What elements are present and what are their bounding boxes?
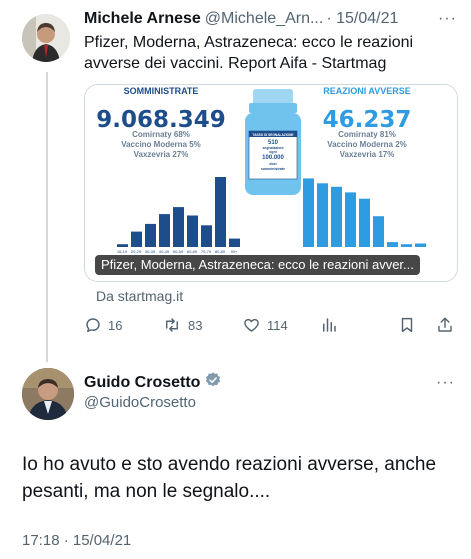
reply-count: 16 bbox=[108, 317, 123, 333]
card-age-label: 40-49 bbox=[159, 249, 170, 254]
reply-icon bbox=[86, 318, 100, 333]
card-left-bar bbox=[215, 177, 226, 247]
like-count: 114 bbox=[267, 317, 288, 333]
vial-text-line: dosi bbox=[269, 162, 276, 166]
card-left-breakdown-item: Vaxzevria 27% bbox=[134, 150, 189, 159]
card-age-label: 60-69 bbox=[187, 249, 198, 254]
vial-text-line: 100.000 bbox=[262, 155, 284, 161]
card-left-bar bbox=[159, 214, 170, 247]
card-right-bar bbox=[387, 242, 398, 247]
card-infographic-image: SOMMINISTRATE REAZIONI AVVERSE 9.068.349… bbox=[85, 85, 457, 281]
quoted-author-handle[interactable]: @Michele_Arn... bbox=[205, 8, 324, 30]
card-left-bar bbox=[131, 231, 142, 247]
views-button[interactable] bbox=[320, 316, 338, 334]
card-left-breakdown-item: Vaccino Moderna 5% bbox=[121, 140, 201, 149]
card-left-age-labels: 16-19 20-29 30-39 40-49 50-59 60-69 70-79 80-89… bbox=[117, 249, 238, 254]
card-age-label: 70-79 bbox=[201, 249, 212, 254]
quoted-author-name[interactable]: Michele Arnese bbox=[84, 8, 201, 30]
more-options-icon[interactable]: ··· bbox=[438, 8, 459, 30]
quoted-tweet[interactable]: Michele Arnese @Michele_Arn... · 15/04/2… bbox=[84, 8, 459, 74]
card-age-label: 30-39 bbox=[145, 249, 156, 254]
quoted-tweet-text: Pfizer, Moderna, Astrazeneca: ecco le re… bbox=[84, 34, 414, 72]
card-left-breakdown-item: Comirnaty 68% bbox=[132, 130, 190, 139]
main-author-name[interactable]: Guido Crosetto bbox=[84, 374, 200, 392]
card-right-bar bbox=[401, 244, 412, 247]
main-more-options-icon[interactable]: ··· bbox=[436, 374, 455, 392]
views-icon bbox=[323, 318, 336, 332]
retweet-count: 83 bbox=[188, 317, 203, 333]
card-left-bar bbox=[145, 223, 156, 247]
card-left-heading: SOMMINISTRATE bbox=[124, 86, 199, 96]
link-preview-card[interactable]: SOMMINISTRATE REAZIONI AVVERSE 9.068.349… bbox=[84, 84, 458, 282]
share-icon bbox=[438, 317, 452, 332]
quoted-tweet-date[interactable]: · 15/04/21 bbox=[326, 8, 398, 30]
vial-text-line: TASSO DI SEGNALAZIONE bbox=[252, 133, 293, 137]
share-button[interactable] bbox=[436, 316, 454, 334]
bookmark-icon bbox=[401, 317, 413, 333]
main-tweet-timestamp[interactable]: 17:18 · 15/04/21 bbox=[22, 532, 131, 549]
card-right-breakdown-item: Vaxzevria 17% bbox=[340, 150, 395, 159]
card-right-bar bbox=[331, 186, 342, 247]
card-source-link[interactable]: Da startmag.it bbox=[96, 288, 183, 304]
card-age-label: 50-59 bbox=[173, 249, 184, 254]
card-left-bar bbox=[229, 238, 240, 247]
main-author-name-row: Guido Crosetto bbox=[84, 371, 222, 394]
vaccine-vial-illustration: TASSO DI SEGNALAZIONE510segnalazioniogni… bbox=[245, 89, 301, 195]
card-left-bar bbox=[173, 207, 184, 247]
main-tweet-text: Io ho avuto e sto avendo reazioni avvers… bbox=[22, 454, 437, 502]
card-age-label: 20-29 bbox=[131, 249, 142, 254]
card-age-label: 90+ bbox=[231, 249, 238, 254]
reply-button[interactable]: 16 bbox=[84, 316, 122, 334]
card-age-label: 16-19 bbox=[117, 249, 128, 254]
card-right-breakdown-item: Comirnaty 81% bbox=[338, 130, 396, 139]
quoted-tweet-header: Michele Arnese @Michele_Arn... · 15/04/2… bbox=[84, 8, 459, 30]
like-button[interactable]: 114 bbox=[242, 316, 288, 334]
card-right-bar bbox=[415, 243, 426, 247]
card-right-bar bbox=[359, 198, 370, 247]
card-right-bar bbox=[373, 216, 384, 247]
quoted-author-avatar[interactable] bbox=[22, 14, 70, 62]
card-right-bar bbox=[303, 178, 314, 247]
card-left-bar bbox=[117, 244, 128, 247]
card-age-label: 80-89 bbox=[215, 249, 226, 254]
verified-badge-icon bbox=[204, 371, 222, 394]
card-right-breakdown-item: Vaccino Moderna 2% bbox=[327, 140, 407, 149]
thread-connector-line bbox=[46, 72, 48, 362]
retweet-icon bbox=[166, 318, 178, 332]
card-right-heading: REAZIONI AVVERSE bbox=[323, 86, 411, 96]
main-author-handle[interactable]: @GuidoCrosetto bbox=[84, 394, 196, 411]
card-title-overlay: Pfizer, Moderna, Astrazeneca: ecco le re… bbox=[95, 255, 420, 275]
main-author-avatar[interactable] bbox=[22, 368, 74, 420]
card-right-bar bbox=[317, 183, 328, 247]
card-left-bar bbox=[187, 215, 198, 247]
bookmark-button[interactable] bbox=[398, 316, 416, 334]
like-icon bbox=[244, 318, 259, 332]
retweet-button[interactable]: 83 bbox=[162, 316, 202, 334]
vial-text-line: somministrate bbox=[261, 167, 285, 171]
vial-text-line: ogni bbox=[269, 150, 276, 154]
tweet-actions-bar: 16 83 114 bbox=[84, 316, 458, 338]
card-left-bar bbox=[201, 225, 212, 247]
card-right-bar bbox=[345, 192, 356, 247]
